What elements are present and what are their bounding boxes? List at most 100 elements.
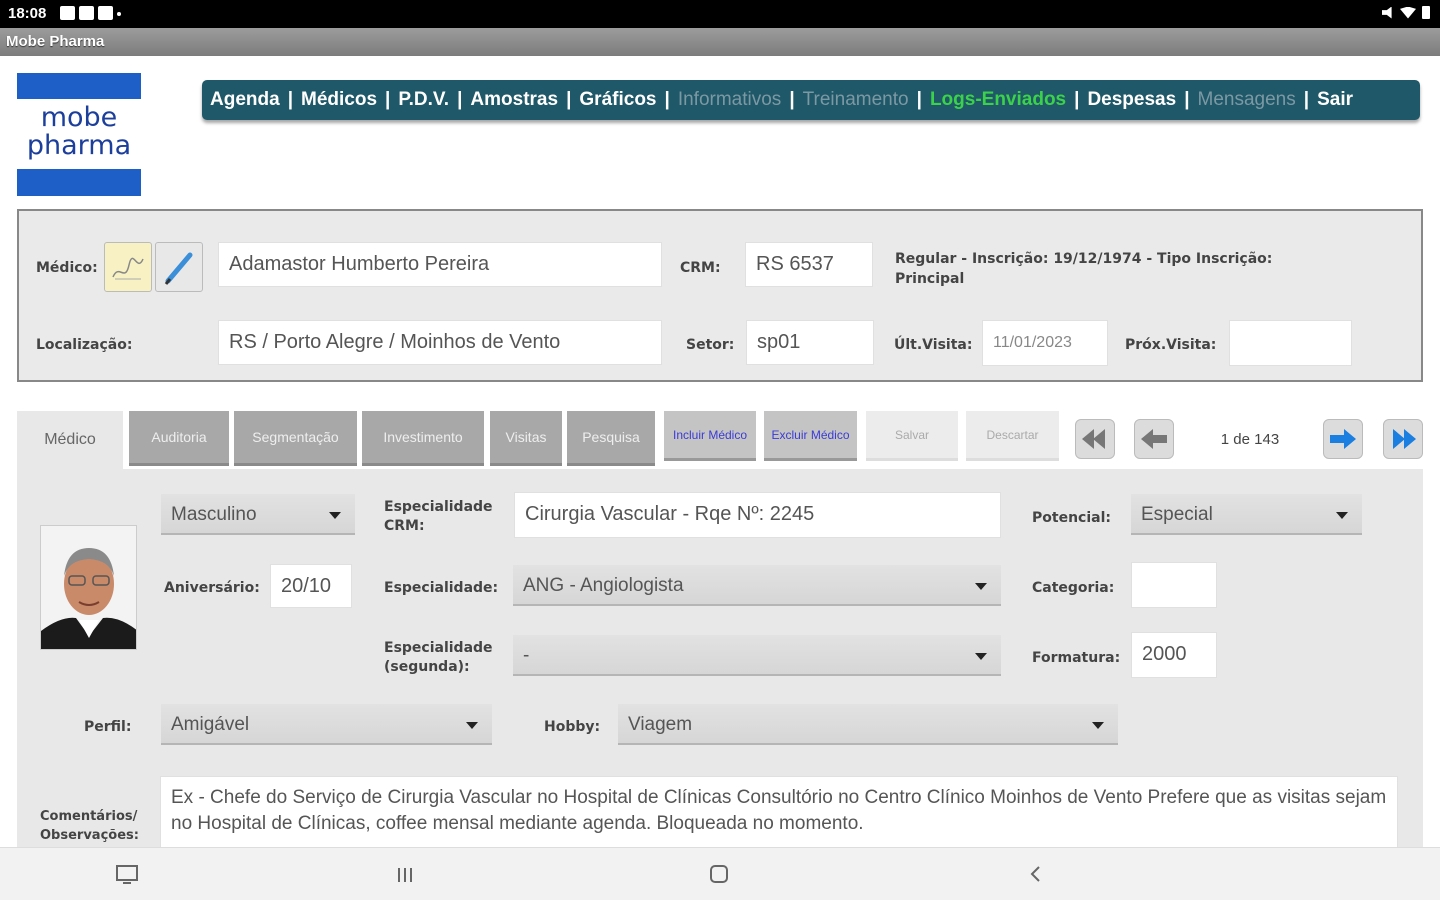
mute-icon [1382,6,1392,19]
menu-item-p-d-v[interactable]: P.D.V. [398,89,449,111]
excluir-medico-button[interactable]: Excluir Médico [764,411,857,461]
menu-item-amostras[interactable]: Amostras [470,89,558,111]
especialidade-value: ANG - Angiologista [523,575,684,596]
menu-separator: | [1074,89,1080,110]
mobe-pharma-logo: mobe pharma [17,73,141,196]
double-arrow-right-icon [1393,429,1416,449]
tab-pesquisa[interactable]: Pesquisa [567,411,655,466]
dropdown-arrow-icon [329,512,341,519]
aniversario-field[interactable]: 20/10 [270,564,352,608]
setor-label: Setor: [686,337,735,353]
menu-item-logs-enviados[interactable]: Logs-Enviados [930,89,1066,111]
localizacao-field[interactable]: RS / Porto Alegre / Moinhos de Vento [218,320,662,365]
logo-text-line2: pharma [26,130,132,161]
clock: 18:08 [8,5,47,22]
arrow-left-icon [1141,429,1167,449]
ult-visita-field[interactable]: 11/01/2023 [982,320,1108,366]
menu-separator: | [287,89,294,110]
back-icon[interactable] [1026,864,1046,884]
first-record-button[interactable] [1075,419,1115,459]
next-record-button[interactable] [1323,419,1363,459]
menu-item-informativos: Informativos [677,89,782,110]
battery-icon [1422,6,1430,19]
incluir-medico-button[interactable]: Incluir Médico [664,411,756,461]
signature-button[interactable] [104,242,152,292]
edit-button[interactable] [155,242,203,292]
formatura-label: Formatura: [1032,650,1121,666]
doctor-form: Masculino Aniversário: 20/10 Especialida… [17,469,1423,849]
menu-separator: | [1303,89,1310,110]
status-bar: 18:08 [0,0,1440,28]
pagination-text: 1 de 143 [1220,431,1280,448]
dropdown-arrow-icon [1092,722,1104,729]
formatura-field[interactable]: 2000 [1131,632,1217,678]
registration-info: Regular - Inscrição: 19/12/1974 - Tipo I… [895,251,1273,287]
menu-separator: | [566,89,572,110]
medico-label: Médico: [36,260,98,276]
system-navigation-bar [0,847,1440,900]
menu-separator: | [789,89,795,110]
medico-name-field[interactable]: Adamastor Humberto Pereira [218,242,662,287]
descartar-button[interactable]: Descartar [966,411,1059,461]
more-notifications-icon [117,12,121,16]
comentarios-field[interactable]: Ex - Chefe do Serviço de Cirurgia Vascul… [160,776,1398,849]
recent-apps-icon[interactable] [395,865,415,885]
prox-visita-label: Próx.Visita: [1125,337,1217,353]
tab-segmentacao[interactable]: Segmentação [234,411,357,466]
tab-bar: Médico Auditoria Segmentação Investiment… [17,411,1423,469]
tab-investimento[interactable]: Investimento [362,411,484,466]
perfil-value: Amigável [171,714,250,735]
hobby-dropdown[interactable]: Viagem [618,704,1118,745]
menu-item-graficos[interactable]: Gráficos [579,89,656,111]
previous-record-button[interactable] [1134,419,1174,459]
especialidade-label: Especialidade: [384,580,499,596]
setor-field[interactable]: sp01 [746,320,874,365]
tab-visitas[interactable]: Visitas [490,411,562,466]
sexo-dropdown[interactable]: Masculino [161,494,355,535]
categoria-field[interactable] [1131,562,1217,608]
wifi-icon [1400,6,1416,19]
signature-icon [112,257,144,280]
notification-icons [60,6,121,20]
especialidade-dropdown[interactable]: ANG - Angiologista [513,565,1001,606]
notification-icon [79,6,94,20]
double-arrow-left-icon [1082,429,1105,449]
doctor-photo-image [41,526,136,649]
menu-item-medicos[interactable]: Médicos [301,89,377,111]
dropdown-arrow-icon [1336,512,1348,519]
logo-text-line1: mobe [40,102,118,133]
salvar-button[interactable]: Salvar [866,411,958,461]
comentarios-label: Comentários/ Observações: [40,809,139,843]
crm-field[interactable]: RS 6537 [745,242,873,287]
dropdown-arrow-icon [466,722,478,729]
last-record-button[interactable] [1383,419,1423,459]
arrow-right-icon [1330,429,1356,449]
screenshot-icon[interactable] [116,865,138,885]
perfil-label: Perfil: [84,719,132,735]
especialidade-segunda-dropdown[interactable]: - [513,635,1001,676]
pen-icon [164,252,193,285]
menu-separator: | [916,89,922,110]
menu-item-agenda[interactable]: Agenda [210,89,280,111]
dropdown-arrow-icon [975,653,987,660]
especialidade-segunda-value: - [523,645,530,666]
hobby-value: Viagem [628,714,693,735]
prox-visita-field[interactable] [1229,320,1352,366]
especialidade-crm-field[interactable]: Cirurgia Vascular - Rqe Nº: 2245 [514,492,1001,538]
notification-icon [98,6,113,20]
hobby-label: Hobby: [544,719,601,735]
menu-item-sair[interactable]: Sair [1317,89,1353,111]
localizacao-label: Localização: [36,337,133,353]
tab-medico[interactable]: Médico [17,411,123,469]
dropdown-arrow-icon [975,583,987,590]
menu-item-despesas[interactable]: Despesas [1087,89,1176,111]
perfil-dropdown[interactable]: Amigável [161,704,492,745]
especialidade-segunda-label: Especialidade (segunda): [384,640,493,675]
tab-auditoria[interactable]: Auditoria [129,411,229,466]
menu-separator: | [385,89,391,110]
menu-separator: | [664,89,670,110]
menu-item-treinamento: Treinamento [802,89,909,110]
potencial-dropdown[interactable]: Especial [1131,494,1362,535]
doctor-header-panel: Médico: Adamastor Humberto Pereira CRM: … [17,209,1423,382]
home-icon[interactable] [709,864,729,884]
